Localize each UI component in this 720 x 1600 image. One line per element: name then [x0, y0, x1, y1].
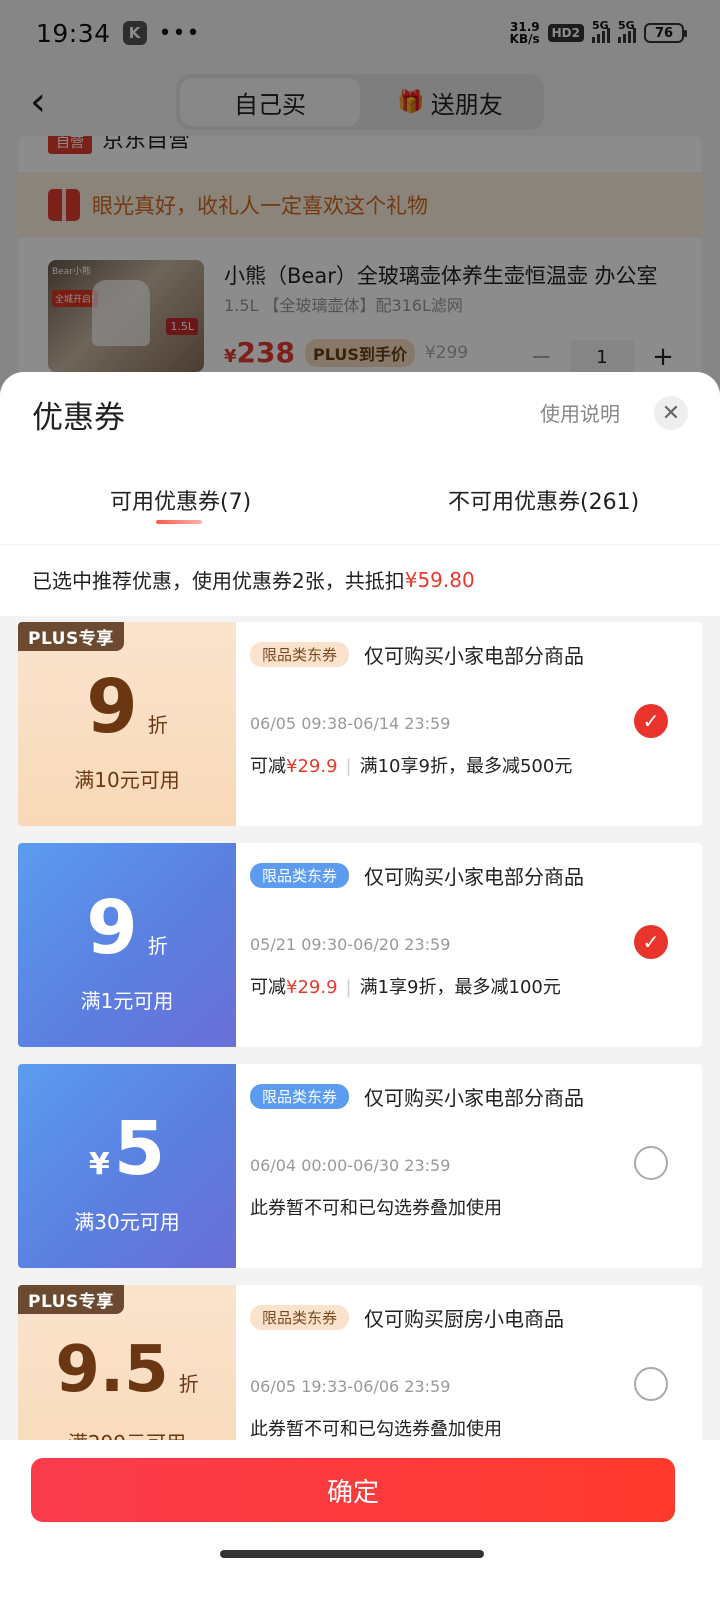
coupon-card[interactable]: 9 折 满1元可用 限品类东券 仅可购买小家电部分商品 05/21 09:30-…: [18, 843, 702, 1047]
coupon-currency: ¥: [88, 1147, 110, 1182]
confirm-button[interactable]: 确定: [31, 1458, 675, 1522]
coupon-unit: 折: [178, 1372, 199, 1396]
active-tab-indicator: [156, 520, 202, 524]
coupon-value-panel: 9 折 满1元可用: [18, 843, 236, 1047]
coupon-scope: 仅可购买小家电部分商品: [364, 865, 584, 889]
discount-summary: 已选中推荐优惠，使用优惠券2张，共抵扣 ¥59.80: [0, 544, 720, 614]
coupon-type-tag: 限品类东券: [250, 1305, 350, 1330]
background-page: 19:34 K ••• 31.9 KB/s HD2 5G 5G 76 ‹ 自己买: [0, 0, 720, 420]
coupon-value: 5: [113, 1106, 166, 1192]
coupon-sheet: 优惠券 使用说明 ✕ 可用优惠券(7) 不可用优惠券(261) 已选中推荐优惠，…: [0, 372, 720, 1600]
modal-overlay[interactable]: [0, 0, 720, 420]
coupon-checkbox-unchecked[interactable]: [634, 1146, 668, 1180]
coupon-value: 9: [86, 885, 138, 971]
coupon-description: 可减¥29.9 | 满1享9折，最多减100元: [250, 977, 561, 998]
tab-unavailable-coupons[interactable]: 不可用优惠券(261): [448, 484, 639, 516]
coupon-type-tag: 限品类东券: [250, 863, 350, 888]
home-indicator[interactable]: [220, 1550, 484, 1558]
coupon-checkbox-checked[interactable]: ✓: [634, 925, 668, 959]
coupon-type-tag: 限品类东券: [250, 1084, 350, 1109]
close-icon[interactable]: ✕: [654, 396, 688, 430]
plus-exclusive-badge: PLUS专享: [18, 622, 124, 651]
tab-available-coupons[interactable]: 可用优惠券(7): [110, 484, 251, 516]
coupon-condition: 满1元可用: [80, 989, 174, 1013]
coupon-checkbox-checked[interactable]: ✓: [634, 704, 668, 738]
coupon-details: 限品类东券 仅可购买小家电部分商品 06/05 09:38-06/14 23:5…: [236, 622, 702, 826]
coupon-unit: 折: [147, 934, 168, 958]
coupon-value-panel: PLUS专享 9 折 满10元可用: [18, 622, 236, 826]
coupon-details: 限品类东券 仅可购买小家电部分商品 05/21 09:30-06/20 23:5…: [236, 843, 702, 1047]
coupon-validity: 05/21 09:30-06/20 23:59: [250, 935, 451, 954]
coupon-card[interactable]: PLUS专享 9 折 满10元可用 限品类东券 仅可购买小家电部分商品 06/0…: [18, 622, 702, 826]
coupon-value: 9: [86, 664, 138, 750]
coupon-validity: 06/05 19:33-06/06 23:59: [250, 1377, 451, 1396]
coupon-tabs: 可用优惠券(7) 不可用优惠券(261): [0, 468, 720, 544]
usage-instructions-link[interactable]: 使用说明: [540, 398, 620, 427]
sheet-footer: 确定: [0, 1440, 720, 1600]
coupon-validity: 06/05 09:38-06/14 23:59: [250, 714, 451, 733]
coupon-scope: 仅可购买小家电部分商品: [364, 1086, 584, 1110]
coupon-details: 限品类东券 仅可购买小家电部分商品 06/04 00:00-06/30 23:5…: [236, 1064, 702, 1268]
discount-amount: ¥59.80: [404, 567, 475, 592]
coupon-description: 此券暂不可和已勾选券叠加使用: [250, 1419, 502, 1440]
coupon-scope: 仅可购买厨房小电商品: [364, 1307, 564, 1331]
sheet-header: 优惠券 使用说明 ✕ 可用优惠券(7) 不可用优惠券(261) 已选中推荐优惠，…: [0, 372, 720, 616]
coupon-condition: 满10元可用: [74, 768, 180, 792]
coupon-value: 9.5: [55, 1333, 169, 1407]
coupon-description: 此券暂不可和已勾选券叠加使用: [250, 1198, 502, 1219]
coupon-condition: 满30元可用: [74, 1210, 180, 1234]
coupon-value-panel: ¥ 5 满30元可用: [18, 1064, 236, 1268]
coupon-card[interactable]: ¥ 5 满30元可用 限品类东券 仅可购买小家电部分商品 06/04 00:00…: [18, 1064, 702, 1268]
coupon-type-tag: 限品类东券: [250, 642, 350, 667]
coupon-validity: 06/04 00:00-06/30 23:59: [250, 1156, 451, 1175]
coupon-unit: 折: [147, 713, 168, 737]
sheet-title: 优惠券: [32, 400, 125, 436]
plus-exclusive-badge: PLUS专享: [18, 1285, 124, 1314]
coupon-scope: 仅可购买小家电部分商品: [364, 644, 584, 668]
coupon-description: 可减¥29.9 | 满10享9折，最多减500元: [250, 756, 573, 777]
coupon-checkbox-unchecked[interactable]: [634, 1367, 668, 1401]
